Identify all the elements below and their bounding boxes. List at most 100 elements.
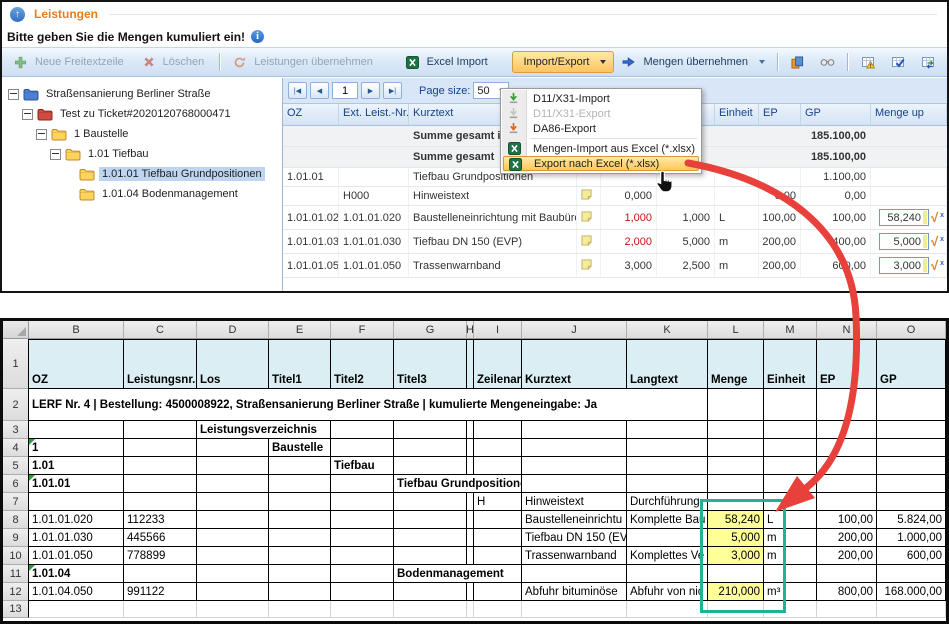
excel-cell-K4[interactable] [627,439,708,457]
excel-cell-B13[interactable] [28,601,124,618]
excel-cell-D1[interactable]: Los [197,339,269,389]
excel-cell-E5[interactable] [269,457,331,475]
excel-cell-L10[interactable]: 3,000 [708,547,764,565]
note-icon[interactable] [581,235,592,249]
excel-column-letter-B[interactable]: B [29,321,124,339]
excel-cell-I12[interactable] [474,583,522,601]
excel-cell-J12[interactable]: Abfuhr bituminöse [522,583,627,601]
excel-cell-B2[interactable]: LERF Nr. 4 | Bestellung: 4500008922, Str… [28,389,708,421]
excel-cell-G3[interactable] [394,421,467,439]
excel-cell-O1[interactable]: GP [877,339,946,389]
excel-cell-F8[interactable] [331,511,394,529]
excel-cell-C3[interactable] [124,421,197,439]
grid-check-button[interactable] [883,51,913,73]
excel-cell-H5[interactable] [467,457,474,475]
excel-cell-J10[interactable]: Trassenwarnband [522,547,627,565]
excel-cell-F12[interactable] [331,583,394,601]
excel-cell-O6[interactable] [877,475,946,493]
excel-cell-L11[interactable] [708,565,764,583]
excel-cell-F3[interactable] [331,421,394,439]
excel-row-number-7[interactable]: 7 [3,493,29,511]
excel-cell-C12[interactable]: 991122 [124,583,197,601]
excel-cell-N6[interactable] [817,475,877,493]
last-page-button[interactable] [383,82,402,99]
excel-column-letter-H[interactable]: H [467,321,474,339]
excel-cell-K10[interactable]: Komplettes Ve [627,547,708,565]
tree-expander-icon[interactable] [8,89,19,100]
excel-cell-M7[interactable] [764,493,817,511]
excel-cell-K11[interactable] [627,565,708,583]
excel-cell-N8[interactable]: 100,00 [817,511,877,529]
tree-node-1-baustelle[interactable]: 1 Baustelle [2,124,282,144]
excel-cell-D13[interactable] [197,601,269,618]
excel-cell-J1[interactable]: Kurztext [522,339,627,389]
excel-cell-B10[interactable]: 1.01.01.050 [28,547,124,565]
excel-cell-M3[interactable] [764,421,817,439]
excel-cell-M6[interactable] [764,475,817,493]
excel-column-letter-N[interactable]: N [817,321,877,339]
excel-cell-H8[interactable] [467,511,474,529]
excel-cell-N2[interactable] [817,389,877,421]
excel-row-number-4[interactable]: 4 [3,439,29,457]
excel-column-letter-D[interactable]: D [197,321,269,339]
grid-column-header-menge-up[interactable]: Menge up [871,104,947,125]
excel-cell-J3[interactable] [522,421,627,439]
excel-cell-I9[interactable] [474,529,522,547]
note-icon[interactable] [581,211,592,225]
excel-cell-E8[interactable] [269,511,331,529]
excel-cell-E4[interactable]: Baustelle [269,439,331,457]
excel-cell-L6[interactable] [708,475,764,493]
excel-cell-G12[interactable] [394,583,467,601]
excel-cell-N12[interactable]: 800,00 [817,583,877,601]
excel-cell-M10[interactable]: m [764,547,817,565]
excel-cell-H13[interactable] [467,601,474,618]
excel-cell-O10[interactable]: 600,00 [877,547,946,565]
excel-cell-F10[interactable] [331,547,394,565]
search-button[interactable] [812,53,843,71]
excel-cell-M13[interactable] [764,601,817,618]
copy-button[interactable] [783,52,812,73]
excel-cell-C9[interactable]: 445566 [124,529,197,547]
excel-cell-G1[interactable]: Titel3 [394,339,467,389]
tree-node-1-01-tiefbau[interactable]: 1.01 Tiefbau [2,144,282,164]
excel-cell-B3[interactable] [28,421,124,439]
excel-cell-C13[interactable] [124,601,197,618]
excel-cell-G9[interactable] [394,529,467,547]
excel-cell-F13[interactable] [331,601,394,618]
select-all-corner[interactable] [3,321,29,339]
excel-cell-I13[interactable] [474,601,522,618]
excel-cell-D11[interactable] [197,565,269,583]
excel-cell-K5[interactable] [627,457,708,475]
apply-formula-icon[interactable]: √x [931,259,944,272]
excel-cell-O11[interactable] [877,565,946,583]
excel-cell-F1[interactable]: Titel2 [331,339,394,389]
excel-cell-M12[interactable]: m³ [764,583,817,601]
excel-cell-J11[interactable] [522,565,627,583]
grid-column-header-einheit[interactable]: Einheit [715,104,759,125]
excel-row-number-12[interactable]: 12 [3,583,29,601]
tree-expander-icon[interactable] [36,129,47,140]
excel-row-number-9[interactable]: 9 [3,529,29,547]
excel-cell-C8[interactable]: 112233 [124,511,197,529]
excel-cell-D7[interactable] [197,493,269,511]
tree-expander-icon[interactable] [50,149,61,160]
excel-cell-K3[interactable] [627,421,708,439]
excel-cell-E9[interactable] [269,529,331,547]
tree-node-stra-ensanierung-berliner-stra-e[interactable]: Straßensanierung Berliner Straße [2,84,282,104]
excel-cell-F6[interactable] [331,475,394,493]
excel-cell-B1[interactable]: OZ [28,339,124,389]
excel-cell-B7[interactable] [28,493,124,511]
grid-column-header-ep[interactable]: EP [759,104,801,125]
excel-cell-E1[interactable]: Titel1 [269,339,331,389]
excel-cell-O5[interactable] [877,457,946,475]
excel-row-number-8[interactable]: 8 [3,511,29,529]
apply-quantities-button[interactable]: Mengen übernehmen [614,51,773,73]
excel-row-number-13[interactable]: 13 [3,601,29,618]
excel-cell-D5[interactable] [197,457,269,475]
excel-cell-N10[interactable]: 200,00 [817,547,877,565]
excel-cell-G4[interactable] [394,439,467,457]
excel-cell-L3[interactable] [708,421,764,439]
excel-cell-N4[interactable] [817,439,877,457]
excel-cell-I10[interactable] [474,547,522,565]
excel-cell-D6[interactable] [197,475,269,493]
